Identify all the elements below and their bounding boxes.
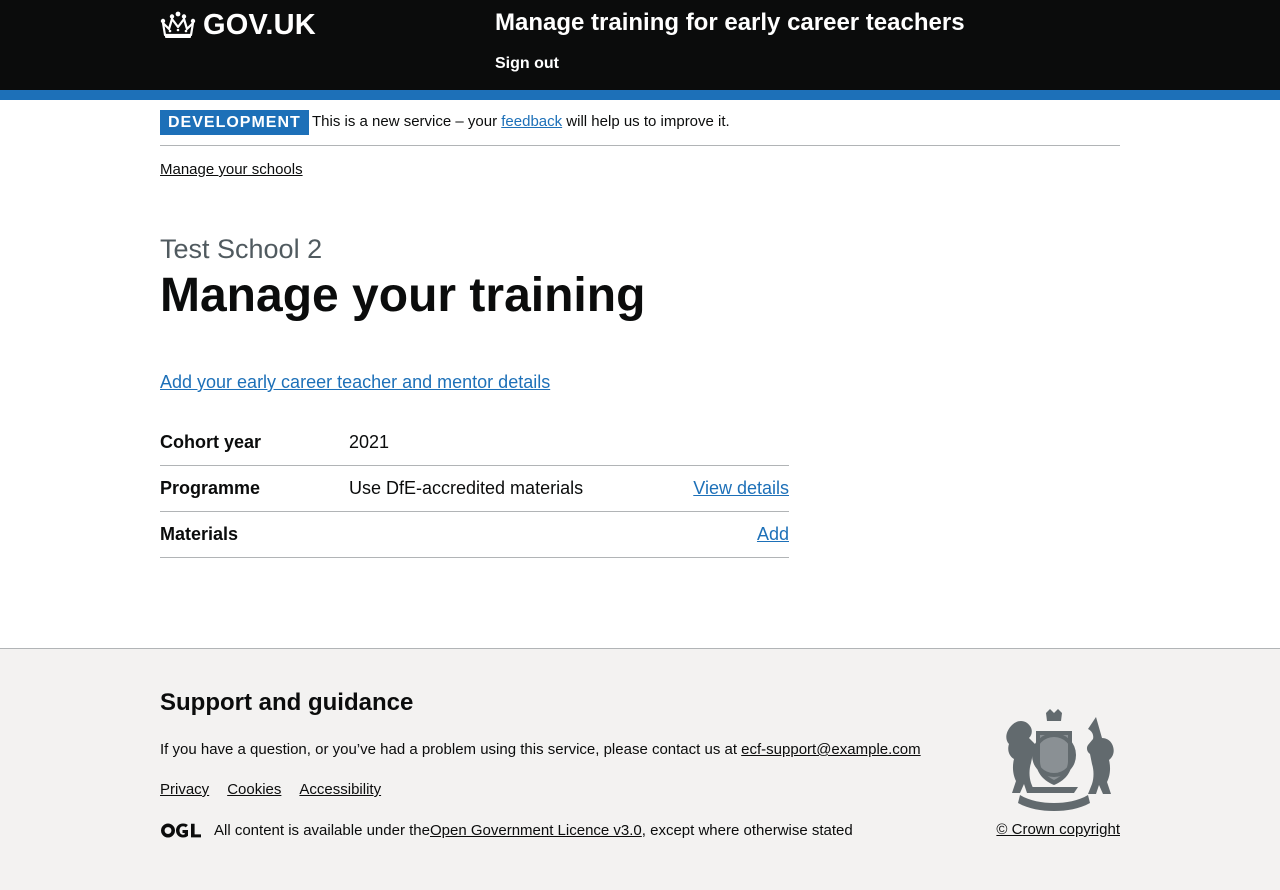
licence-after: , except where otherwise stated [641,821,853,839]
sign-out-link[interactable]: Sign out [495,55,559,73]
service-name-link[interactable]: Manage training for early career teacher… [495,9,965,37]
breadcrumb-manage-schools-link[interactable]: Manage your schools [160,161,303,178]
crown-icon [160,11,196,38]
summary-key: Programme [160,478,261,498]
phase-text: This is a new service – your feedback wi… [312,113,730,130]
footer-heading: Support and guidance [160,689,414,716]
summary-value: 2021 [349,432,390,452]
add-materials-link[interactable]: Add [757,524,789,545]
header-blue-bar [0,90,1280,100]
summary-list: Cohort year 2021 Programme Use DfE-accre… [160,420,789,558]
site-footer: Support and guidance If you have a quest… [0,648,1280,890]
summary-key: Cohort year [160,432,262,452]
footer-contact-text: If you have a question, or you’ve had a … [160,741,921,758]
govuk-logo-link[interactable]: GOV.UK [160,8,316,42]
footer-links: Privacy Cookies Accessibility [160,781,381,798]
breadcrumb: Manage your schools [160,161,303,178]
phase-tag: DEVELOPMENT [160,110,309,135]
logo-text: GOV.UK [203,8,316,41]
ogl-licence-link[interactable]: Open Government Licence v3.0 [430,822,642,839]
site-header: GOV.UK Manage training for early career … [0,0,1280,90]
footer-link-accessibility[interactable]: Accessibility [299,781,381,798]
feedback-link[interactable]: feedback [501,113,562,130]
summary-key: Materials [160,524,239,544]
view-programme-details-link[interactable]: View details [693,478,789,499]
crown-copyright-link[interactable]: © Crown copyright [996,821,1120,838]
royal-coat-of-arms-icon [1006,709,1114,811]
licence-before: All content is available under the [214,821,430,839]
summary-value: Use DfE-accredited materials [349,478,584,498]
add-ect-mentor-details-link[interactable]: Add your early career teacher and mentor… [160,372,550,393]
footer-contact-prefix: If you have a question, or you’ve had a … [160,741,742,758]
page-caption: Test School 2 [160,234,323,264]
page-title: Manage your training [160,269,646,322]
crown-copyright: © Crown copyright [996,821,1120,838]
ogl-logo-icon [161,823,201,837]
footer-licence: All content is available under the Open … [160,819,853,841]
phase-banner: DEVELOPMENT This is a new service – your… [160,100,1120,146]
summary-row-cohort-year: Cohort year 2021 [160,420,789,466]
summary-row-materials: Materials Add [160,512,789,558]
footer-link-privacy[interactable]: Privacy [160,781,209,798]
phase-text-after: will help us to improve it. [562,113,730,130]
phase-text-before: This is a new service – your [312,113,502,130]
support-email-link[interactable]: ecf-support@example.com [741,741,920,758]
summary-row-programme: Programme Use DfE-accredited materials V… [160,466,789,512]
footer-link-cookies[interactable]: Cookies [227,781,281,798]
